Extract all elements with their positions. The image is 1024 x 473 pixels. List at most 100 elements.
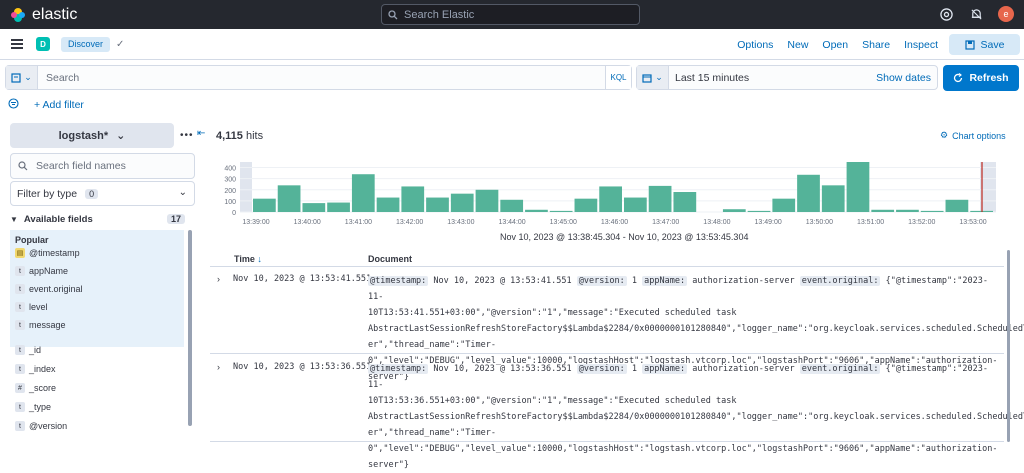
field-search-placeholder: Search field names: [36, 160, 126, 172]
histogram-bar[interactable]: [772, 198, 796, 212]
show-dates-link[interactable]: Show dates: [876, 72, 931, 84]
histogram-bar[interactable]: [426, 197, 449, 212]
histogram-bar[interactable]: [327, 202, 350, 212]
field-item-id[interactable]: t _id: [15, 345, 41, 355]
help-icon[interactable]: [938, 6, 954, 22]
add-filter-link[interactable]: + Add filter: [34, 99, 84, 111]
popular-label: Popular: [15, 235, 49, 245]
x-tick-label: 13:47:00: [652, 219, 679, 226]
histogram-bar[interactable]: [574, 198, 598, 212]
refresh-button[interactable]: Refresh: [943, 65, 1019, 91]
histogram-bar[interactable]: [747, 210, 771, 212]
user-avatar[interactable]: e: [998, 6, 1014, 22]
field-name: _type: [29, 402, 52, 412]
save-button[interactable]: Save: [949, 34, 1020, 55]
histogram-bar[interactable]: [648, 185, 672, 212]
histogram-bar[interactable]: [401, 186, 425, 212]
new-link[interactable]: New: [787, 39, 808, 51]
filter-by-type-label: Filter by type: [17, 187, 78, 200]
time-range-label[interactable]: Last 15 minutes: [675, 72, 876, 84]
histogram-bar[interactable]: [253, 198, 276, 212]
chevron-down-icon: ⌄: [178, 187, 187, 198]
open-link[interactable]: Open: [822, 39, 848, 51]
histogram-bar[interactable]: [896, 209, 919, 212]
available-fields-toggle[interactable]: ▼ Available fields 17: [10, 211, 185, 227]
expand-row-icon[interactable]: ›: [217, 362, 220, 372]
column-time[interactable]: Time ↓: [234, 254, 262, 264]
index-pattern-selector[interactable]: logstash* ⌄: [10, 123, 174, 148]
collapse-sidebar-icon[interactable]: ⇤: [197, 128, 205, 139]
menu-icon[interactable]: [11, 39, 23, 49]
histogram-bar[interactable]: [846, 162, 870, 212]
field-type-icon: t: [15, 364, 25, 374]
share-link[interactable]: Share: [862, 39, 890, 51]
field-item-appname[interactable]: t appName: [15, 266, 68, 276]
histogram-bar[interactable]: [722, 209, 746, 212]
expand-row-icon[interactable]: ›: [217, 274, 220, 284]
chevron-down-icon: ⌄: [655, 72, 663, 82]
more-options-icon[interactable]: •••: [180, 130, 194, 141]
save-label: Save: [980, 38, 1005, 51]
results-scrollbar[interactable]: [1007, 250, 1010, 442]
main-content: 4,115 hits ⚙ Chart options 0 100 200 300 400…: [210, 118, 1024, 470]
histogram-bar[interactable]: [945, 199, 969, 212]
save-icon: [964, 39, 975, 50]
histogram-bar[interactable]: [500, 199, 524, 212]
field-item-event-original[interactable]: t event.original: [15, 284, 83, 294]
field-item-message[interactable]: t message: [15, 320, 66, 330]
field-search-input[interactable]: Search field names: [10, 153, 195, 179]
saved-query-button[interactable]: ⌄: [6, 66, 38, 89]
histogram-bar[interactable]: [673, 192, 697, 212]
histogram-bar[interactable]: [302, 203, 326, 212]
histogram-bar[interactable]: [475, 189, 499, 212]
histogram-bar[interactable]: [871, 209, 895, 212]
query-language-button[interactable]: KQL: [605, 66, 631, 89]
x-tick-label: 13:48:00: [703, 219, 730, 226]
x-tick-label: 13:43:00: [447, 219, 474, 226]
available-fields-count: 17: [166, 214, 185, 224]
quick-menu-button[interactable]: ⌄: [637, 66, 669, 89]
query-input[interactable]: Search: [46, 72, 605, 84]
chart-options-button[interactable]: ⚙ Chart options: [940, 130, 1006, 141]
filter-by-type-button[interactable]: Filter by type 0 ⌄: [10, 181, 195, 206]
field-type-icon: t: [15, 266, 25, 276]
gear-icon: ⚙: [940, 130, 949, 140]
search-icon: [388, 9, 398, 19]
field-type-icon: t: [15, 421, 25, 431]
histogram-bar[interactable]: [376, 197, 400, 212]
field-item-type[interactable]: t _type: [15, 402, 51, 412]
x-tick-label: 13:49:00: [755, 219, 782, 226]
histogram-bar[interactable]: [450, 193, 474, 212]
histogram-bar[interactable]: [599, 186, 622, 212]
x-tick-label: 13:45:00: [550, 219, 577, 226]
breadcrumb-discover[interactable]: Discover: [61, 36, 111, 52]
elastic-logo-icon: [11, 7, 25, 22]
field-item-index[interactable]: t _index: [15, 364, 56, 374]
histogram-bar[interactable]: [797, 174, 820, 212]
available-fields-label: Available fields: [23, 213, 93, 225]
histogram-bar[interactable]: [549, 210, 573, 212]
histogram-bar[interactable]: [821, 185, 845, 212]
histogram-bar[interactable]: [277, 185, 301, 212]
field-item-score[interactable]: # _score: [15, 383, 56, 393]
notifications-icon[interactable]: [968, 6, 984, 22]
field-item-version[interactable]: t @version: [15, 421, 67, 431]
field-item-timestamp[interactable]: ▤ @timestamp: [15, 248, 80, 258]
y-tick-label: 0: [232, 210, 236, 217]
histogram-bar[interactable]: [351, 174, 375, 212]
filter-options-icon[interactable]: [8, 98, 19, 112]
global-search-input[interactable]: Search Elastic: [381, 4, 640, 25]
x-tick-label: 13:40:00: [294, 219, 321, 226]
field-name: event.original: [29, 284, 83, 294]
histogram-bar[interactable]: [920, 210, 944, 212]
sidebar-scrollbar[interactable]: [188, 230, 192, 426]
histogram-bar[interactable]: [525, 209, 548, 212]
histogram-bar[interactable]: [624, 197, 647, 212]
field-item-level[interactable]: t level: [15, 302, 48, 312]
inspect-link[interactable]: Inspect: [904, 39, 938, 51]
out-of-range-shade: [240, 162, 252, 212]
row-time: Nov 10, 2023 @ 13:53:36.551: [233, 362, 372, 372]
elastic-logo[interactable]: elastic: [10, 6, 77, 24]
options-link[interactable]: Options: [737, 39, 773, 51]
time-range-caption: Nov 10, 2023 @ 13:38:45.304 - Nov 10, 20…: [500, 232, 749, 242]
